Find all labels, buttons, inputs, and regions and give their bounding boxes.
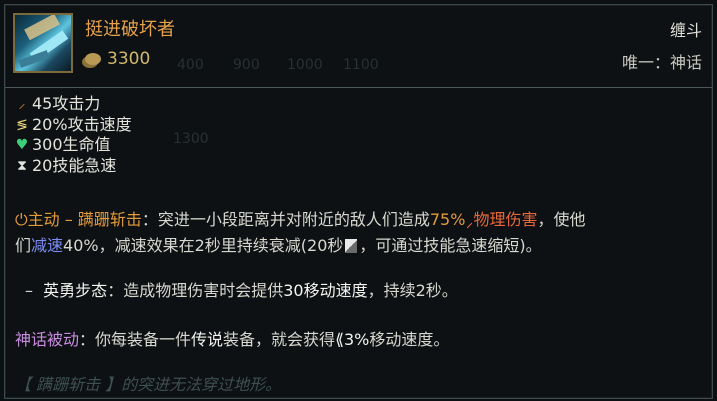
gold-icon [85, 53, 101, 65]
stat-ability-haste: ⧗ 20技能急速 [15, 156, 132, 177]
ghost-price: 1300 [173, 131, 209, 147]
tooltip-header: 挺进破坏者 3300 缠斗 唯一：神话 [5, 5, 712, 87]
slow-label: 减速 [31, 236, 64, 255]
valor-line: – 英勇步态：造成物理伤害时会提供30移动速度，持续2秒。 [25, 281, 458, 300]
mythic-passive-title: 神话被动 [15, 330, 80, 349]
active-line-2: 们减速40%，减速效果在2秒里持续衰减(20秒 ，可通过技能急速缩短)。 [15, 236, 542, 255]
stat-attack-speed: ≶ 20%攻击速度 [16, 114, 132, 134]
mythic-amount: 3% [343, 330, 370, 349]
item-tooltip: 400 900 1000 1100 1300 挺进破坏者 3300 缠斗 唯一：… [4, 4, 713, 399]
attack-speed-icon: ≶ [16, 116, 28, 133]
mythic-passive-line: 神话被动：你每装备一件传说装备，就会获得⟪3%移动速度。 [15, 330, 450, 349]
item-name: 挺进破坏者 [85, 19, 175, 40]
item-category: 缠斗 [669, 21, 702, 40]
lore-text: 【 蹒跚斩击 】的突进无法穿过地形。 [15, 375, 282, 394]
stat-attack-damage: ⸝ 45攻击力 [15, 94, 132, 115]
header-divider [5, 87, 712, 88]
legendary-label: 传说 [191, 330, 224, 349]
active-title: 主动 – 蹒跚斩击 [27, 210, 142, 229]
stats-list: ⸝ 45攻击力 ≶ 20%攻击速度 ♥ 300生命值 ⧗ 20技能急速 [15, 94, 132, 176]
cost-value: 3300 [107, 49, 151, 69]
active-icon: ⏻ [15, 210, 28, 229]
ability-haste-icon: ⧗ [17, 157, 27, 174]
valor-name: 英勇步态 [43, 281, 108, 300]
active-line-1: ⏻主动 – 蹒跚斩击：突进一小段距离并对附近的敌人们造成75%⸝物理伤害，使他 [15, 210, 586, 229]
item-icon [13, 13, 73, 73]
item-limit: 唯一：神话 [621, 53, 702, 72]
physical-damage-label: 物理伤害 [473, 210, 538, 229]
cooldown-icon [345, 239, 358, 253]
move-speed-icon: ⟪ [335, 330, 344, 349]
attack-damage-icon: ⸝ [18, 96, 26, 112]
health-icon: ♥ [15, 137, 29, 153]
active-percent: 75% [429, 210, 466, 229]
stat-health: ♥ 300生命值 [15, 135, 111, 154]
valor-bonus: 30移动速度 [283, 281, 368, 300]
item-cost: 3300 [85, 49, 150, 69]
